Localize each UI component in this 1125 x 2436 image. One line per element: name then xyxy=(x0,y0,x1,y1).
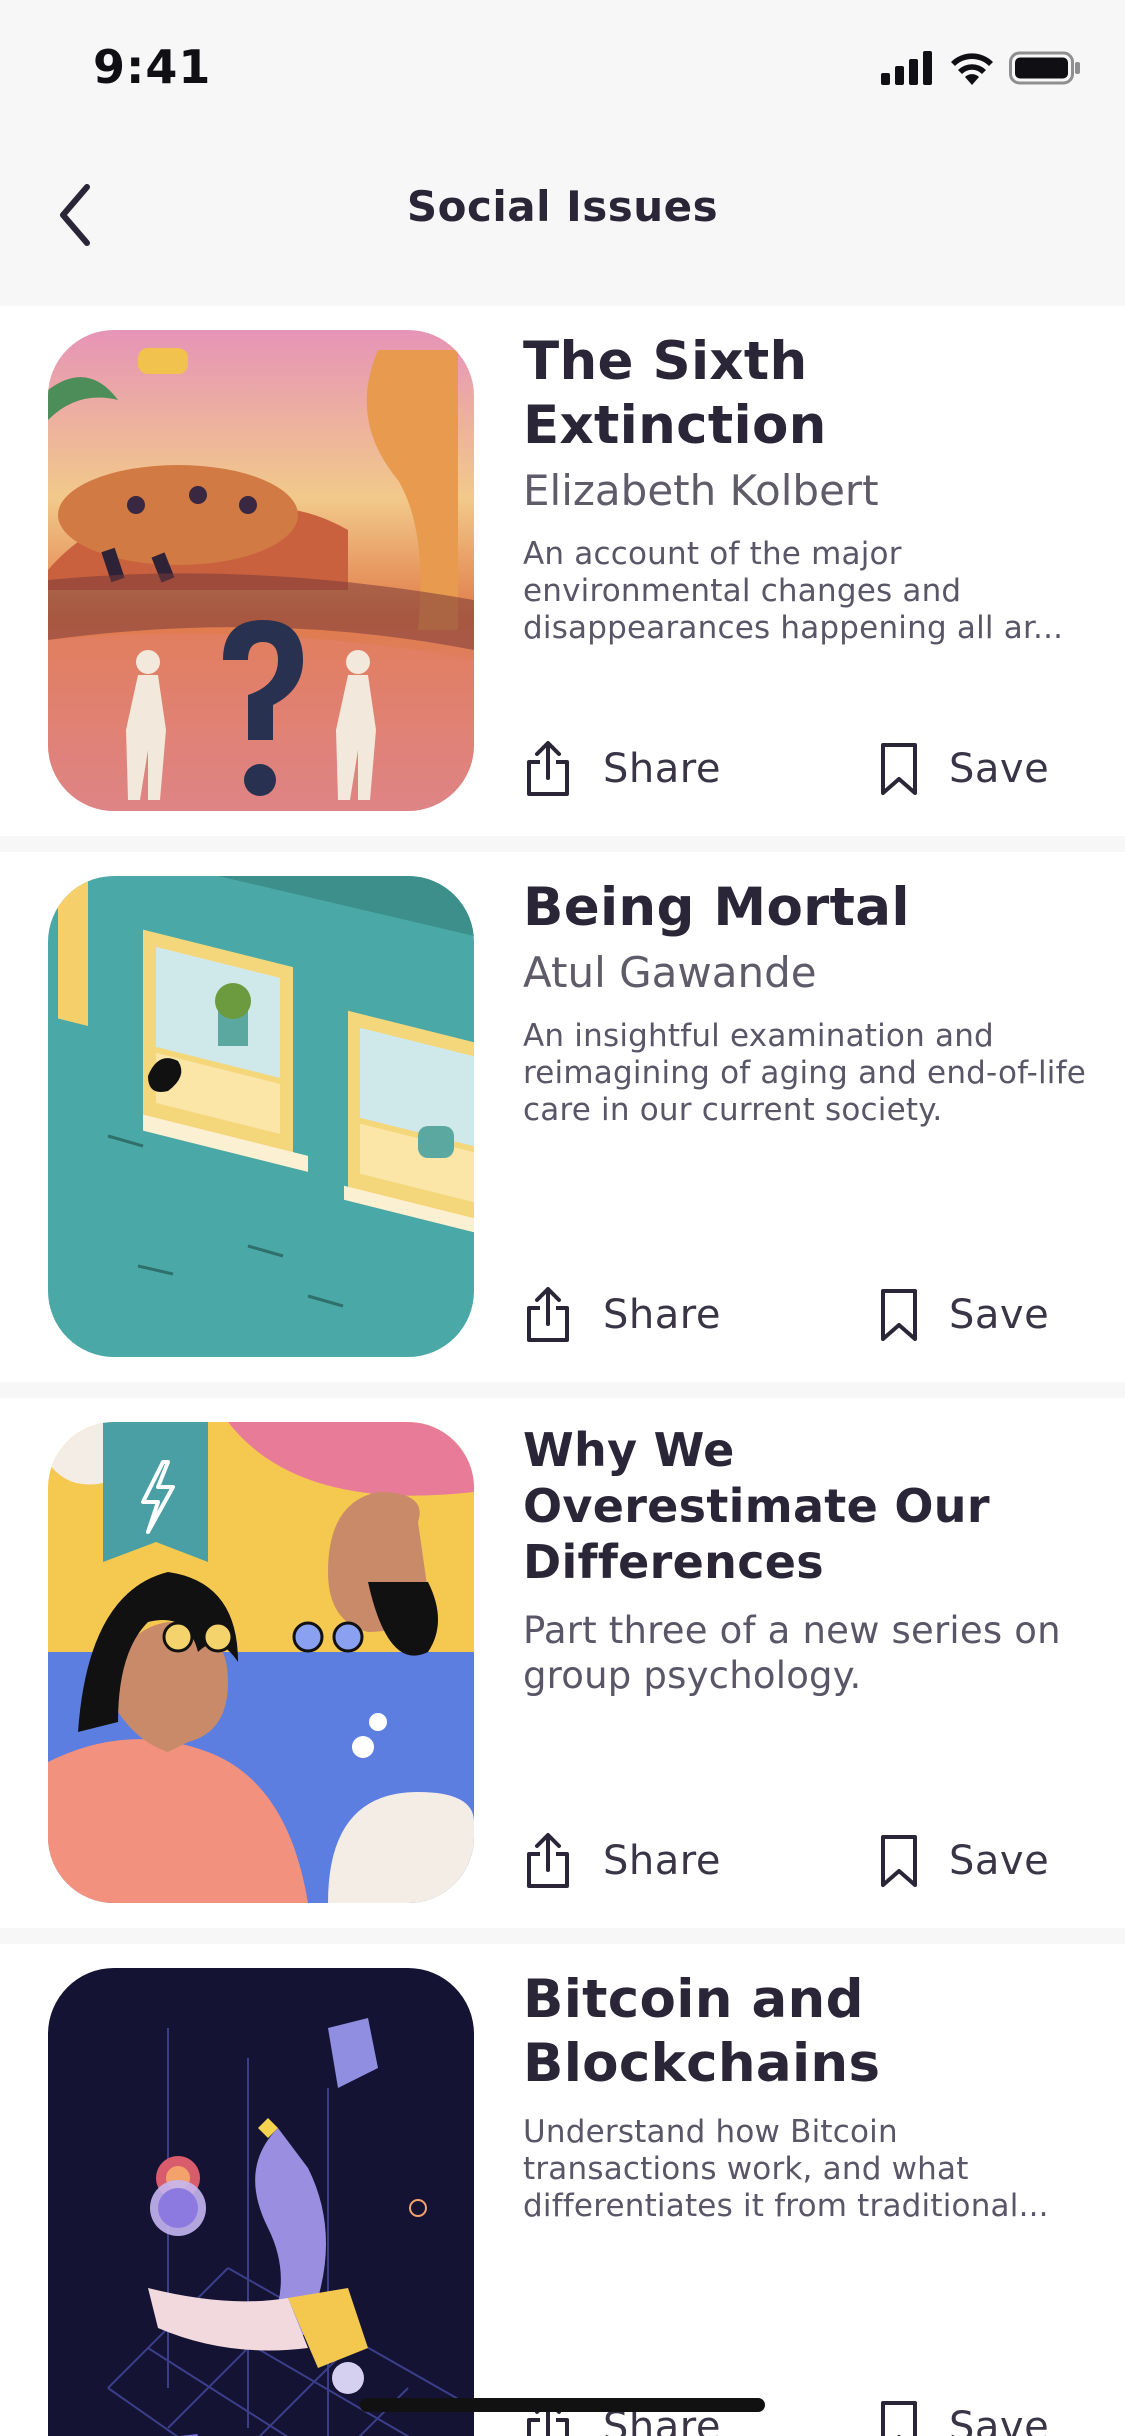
save-label: Save xyxy=(949,1838,1050,1884)
article-description: An insightful examination and reimaginin… xyxy=(523,1018,1086,1128)
home-indicator[interactable] xyxy=(360,2398,765,2412)
share-icon xyxy=(527,1833,569,1888)
article-text: The Sixth Extinction Elizabeth Kolbert A… xyxy=(523,330,1093,647)
share-label: Share xyxy=(603,1838,721,1884)
article-cover-image xyxy=(48,330,474,811)
status-bar: 9:41 xyxy=(0,0,1125,140)
article-text: Being Mortal Atul Gawande An insightful … xyxy=(523,876,1093,1129)
bookmark-icon xyxy=(881,1835,917,1887)
article-card[interactable]: Why We Overestimate Our Differences Part… xyxy=(0,1398,1125,1928)
article-list: The Sixth Extinction Elizabeth Kolbert A… xyxy=(0,306,1125,2436)
article-author: Atul Gawande xyxy=(523,948,817,997)
bookmark-icon xyxy=(881,1289,917,1341)
article-author: Elizabeth Kolbert xyxy=(523,466,879,515)
wifi-icon xyxy=(951,53,993,85)
share-button[interactable]: Share xyxy=(523,734,721,804)
save-label: Save xyxy=(949,1292,1050,1338)
article-description: Part three of a new series on group psyc… xyxy=(523,1609,1061,1697)
article-text: Bitcoin and Blockchains Understand how B… xyxy=(523,1968,1093,2225)
article-description: An account of the major environmental ch… xyxy=(523,536,1064,646)
save-button[interactable]: Save xyxy=(879,734,1049,804)
article-card[interactable]: Bitcoin and Blockchains Understand how B… xyxy=(0,1944,1125,2436)
article-card[interactable]: The Sixth Extinction Elizabeth Kolbert A… xyxy=(0,306,1125,836)
status-icons xyxy=(881,48,1081,88)
article-title: Bitcoin and Blockchains xyxy=(523,1969,881,2094)
share-icon xyxy=(527,1287,569,1342)
share-button[interactable]: Share xyxy=(523,1280,721,1350)
article-actions: Share Save xyxy=(523,734,1063,804)
save-label: Save xyxy=(949,746,1050,792)
article-actions: Share Save xyxy=(523,1826,1063,1896)
article-cover-image xyxy=(48,1422,474,1903)
save-button[interactable]: Save xyxy=(879,1826,1049,1896)
save-button[interactable]: Save xyxy=(879,1280,1049,1350)
share-icon xyxy=(527,741,569,796)
share-label: Share xyxy=(603,1292,721,1338)
article-actions: Share Save xyxy=(523,1280,1063,1350)
article-title: Being Mortal xyxy=(523,877,910,938)
save-button[interactable]: Save xyxy=(879,2392,1049,2436)
article-card[interactable]: Being Mortal Atul Gawande An insightful … xyxy=(0,852,1125,1382)
article-cover-image xyxy=(48,876,474,1357)
battery-icon xyxy=(1009,51,1080,85)
save-label: Save xyxy=(949,2404,1050,2436)
status-time: 9:41 xyxy=(93,40,212,94)
nav-bar: Social Issues xyxy=(0,140,1125,306)
share-label: Share xyxy=(603,746,721,792)
page-title: Social Issues xyxy=(406,182,719,231)
article-cover-image xyxy=(48,1968,474,2436)
bookmark-icon xyxy=(881,2401,917,2436)
bookmark-icon xyxy=(881,743,917,795)
share-button[interactable]: Share xyxy=(523,1826,721,1896)
article-title: The Sixth Extinction xyxy=(523,331,827,456)
article-text: Why We Overestimate Our Differences Part… xyxy=(523,1422,1093,1698)
article-title: Why We Overestimate Our Differences xyxy=(523,1423,990,1589)
cellular-signal-icon xyxy=(881,51,932,85)
article-description: Understand how Bitcoin transactions work… xyxy=(523,2114,1049,2224)
